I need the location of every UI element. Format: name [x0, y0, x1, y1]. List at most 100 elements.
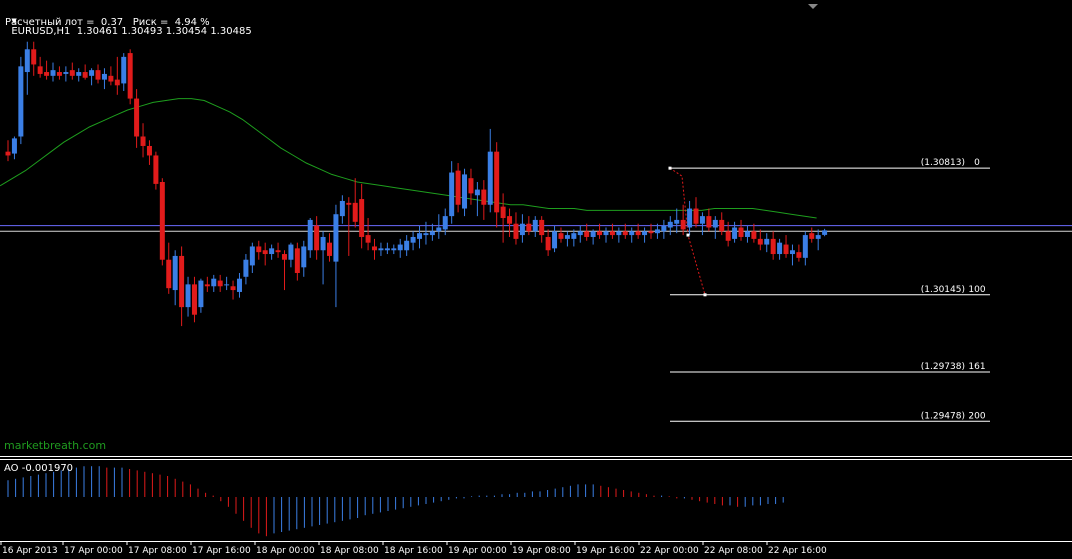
candle-body — [378, 248, 384, 251]
candle — [500, 193, 506, 243]
candle — [89, 68, 95, 86]
candle-body — [301, 246, 307, 268]
candle — [391, 244, 397, 255]
candle-body — [654, 229, 660, 234]
candle-body — [436, 227, 442, 232]
candle — [166, 242, 172, 294]
candle — [365, 218, 371, 251]
candle — [134, 89, 140, 148]
candle — [352, 178, 358, 228]
candle-body — [288, 244, 294, 260]
candle-body — [732, 227, 738, 239]
candle — [481, 180, 487, 220]
candle — [513, 212, 519, 245]
candle — [275, 242, 281, 258]
candle — [256, 240, 262, 260]
fib-anchor-point — [686, 233, 690, 237]
candle — [526, 216, 532, 236]
candle — [577, 225, 583, 243]
candle-body — [513, 223, 519, 239]
candle-body — [391, 248, 397, 251]
candle-body — [449, 172, 455, 217]
candle-body — [44, 72, 50, 76]
candle — [789, 244, 795, 266]
candle-body — [69, 70, 75, 76]
candle-body — [404, 240, 410, 251]
candle-body — [140, 136, 146, 146]
candle-body — [815, 235, 821, 239]
candle-body — [693, 208, 699, 224]
candle-body — [526, 223, 532, 232]
candle — [224, 276, 230, 291]
candle-body — [243, 259, 249, 277]
candle-body — [796, 252, 802, 258]
candle — [359, 183, 365, 249]
candle — [230, 280, 236, 300]
candle-body — [307, 219, 313, 251]
candle-body — [552, 231, 558, 249]
candle-body — [738, 227, 744, 237]
candle-body — [481, 189, 487, 205]
candle-body — [642, 231, 648, 236]
candle-body — [294, 248, 300, 273]
candle — [63, 66, 69, 82]
candle — [571, 229, 577, 247]
candle — [159, 178, 165, 266]
candle-body — [564, 235, 570, 239]
awesome-oscillator — [7, 466, 784, 537]
candle-body — [56, 72, 62, 76]
candle — [629, 227, 635, 243]
candle — [172, 250, 178, 306]
candle-body — [545, 236, 551, 251]
fib-price-label: (1.30813) — [921, 158, 965, 168]
candle — [153, 151, 159, 190]
ma-line — [0, 98, 817, 219]
candle — [314, 216, 320, 260]
candle — [777, 238, 783, 260]
candle-body — [751, 231, 757, 239]
candle-body — [121, 56, 127, 84]
chart-shift-marker-icon[interactable] — [808, 4, 818, 9]
candle — [179, 246, 185, 327]
candle-body — [725, 231, 731, 241]
candle — [757, 229, 763, 251]
time-tick-label: 19 Apr 08:00 — [512, 546, 571, 556]
fib-level-label: 161 — [968, 362, 985, 372]
moving-average-line — [0, 98, 817, 219]
candle — [616, 227, 622, 243]
candle — [372, 238, 378, 260]
candle — [140, 123, 146, 158]
candle-body — [616, 231, 622, 236]
price-chart[interactable]: (1.30813) 0 (1.30145) 100 (1.29738) 161 (1.294… — [0, 0, 1072, 559]
candle — [198, 278, 204, 313]
candle-body — [333, 214, 339, 262]
candle-body — [539, 219, 545, 236]
candle-body — [770, 238, 776, 255]
candle — [744, 225, 750, 243]
time-tick-label: 22 Apr 00:00 — [640, 546, 699, 556]
candle — [397, 238, 403, 258]
candle-body — [622, 231, 628, 236]
time-tick-label: 16 Apr 2013 — [2, 546, 58, 556]
candle-body — [423, 233, 429, 236]
candle-body — [24, 49, 30, 73]
candle-body — [37, 66, 43, 74]
candle — [815, 229, 821, 251]
fib-level-label: 200 — [968, 411, 985, 421]
candle-body — [603, 231, 609, 236]
candle — [146, 140, 152, 165]
candle-body — [314, 225, 320, 251]
candle — [76, 68, 82, 82]
candle-body — [11, 138, 17, 154]
fibonacci-expansion[interactable]: (1.30813) 0 (1.30145) 100 (1.29738) 161 (1.294… — [668, 158, 991, 422]
time-tick-label: 18 Apr 00:00 — [256, 546, 315, 556]
candle-body — [166, 259, 172, 289]
candle — [281, 250, 287, 291]
candle — [249, 242, 255, 273]
candle-body — [153, 155, 159, 184]
candle-body — [269, 248, 275, 255]
shift-marker — [808, 4, 818, 9]
candle — [101, 68, 107, 90]
candle-body — [82, 72, 88, 78]
candle-body — [359, 199, 365, 237]
